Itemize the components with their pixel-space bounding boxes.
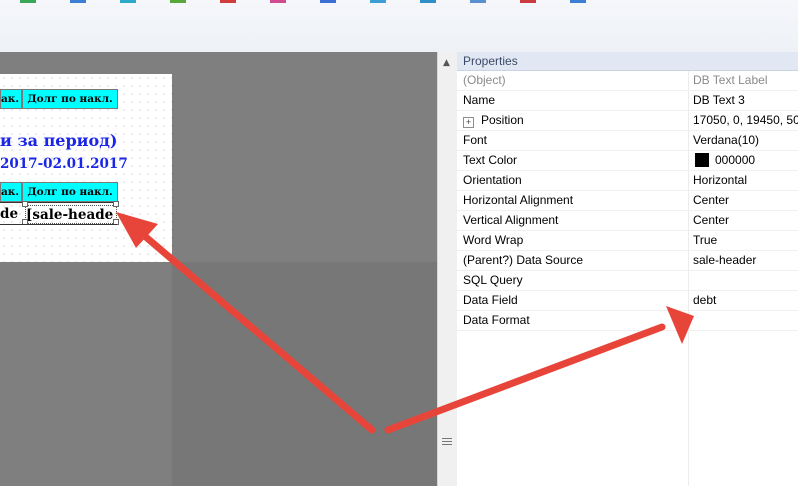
property-row-word-wrap[interactable]: Word Wrap True: [457, 231, 798, 251]
property-name: Data Format: [463, 313, 530, 327]
properties-panel: Properties (Object) DB Text Label Name D…: [457, 52, 798, 486]
property-row-horizontal-alignment[interactable]: Horizontal Alignment Center: [457, 191, 798, 211]
grip-icon[interactable]: [442, 436, 452, 447]
property-name: Orientation: [463, 173, 522, 187]
property-row-orientation[interactable]: Orientation Horizontal: [457, 171, 798, 191]
header-cell-debt[interactable]: Долг по накл.: [22, 182, 118, 202]
header-cell-left[interactable]: ак.: [0, 89, 22, 109]
property-name: Text Color: [463, 153, 518, 167]
header-cell-label: Долг по накл.: [27, 186, 113, 198]
property-row-font[interactable]: Font Verdana(10): [457, 131, 798, 151]
report-design-canvas[interactable]: ак. Долг по накл. и за период) 2017-02.0…: [0, 52, 437, 486]
property-row-text-color[interactable]: Text Color 000000: [457, 151, 798, 171]
property-value[interactable]: Horizontal: [693, 171, 798, 190]
property-name: SQL Query: [463, 273, 523, 287]
property-name: Vertical Alignment: [463, 213, 559, 227]
property-row-data-format[interactable]: Data Format: [457, 311, 798, 331]
property-name: + Position: [463, 111, 685, 130]
up-arrow-icon[interactable]: ▲: [443, 58, 450, 68]
property-row-sql-query[interactable]: SQL Query: [457, 271, 798, 291]
property-value[interactable]: Center: [693, 211, 798, 230]
header-cell-label: ак.: [1, 186, 20, 198]
header-cell-label: ак.: [1, 93, 20, 105]
band-divider: [0, 224, 117, 225]
property-value[interactable]: debt: [693, 291, 798, 310]
properties-panel-title: Properties: [457, 52, 798, 71]
property-value[interactable]: DB Text Label: [693, 71, 798, 90]
property-row-position[interactable]: + Position 17050, 0, 19450, 500: [457, 111, 798, 131]
color-swatch-icon[interactable]: [695, 153, 709, 167]
data-cell-label: de: [0, 206, 19, 222]
property-name: Name: [463, 93, 496, 107]
property-row-object[interactable]: (Object) DB Text Label: [457, 71, 798, 91]
property-name: Word Wrap: [463, 233, 524, 247]
property-value[interactable]: 17050, 0, 19450, 500: [693, 111, 798, 130]
data-cell-label: [sale-heade: [26, 207, 114, 223]
property-row-vertical-alignment[interactable]: Vertical Alignment Center: [457, 211, 798, 231]
property-value[interactable]: DB Text 3: [693, 91, 798, 110]
report-title[interactable]: и за период): [0, 131, 117, 150]
property-value[interactable]: True: [693, 231, 798, 250]
property-name: (Parent?) Data Source: [463, 253, 584, 267]
header-cell-left[interactable]: ак.: [0, 182, 22, 202]
property-value[interactable]: Center: [693, 191, 798, 210]
data-cell-left[interactable]: de: [0, 205, 20, 223]
header-cell-debt[interactable]: Долг по накл.: [22, 89, 118, 109]
property-name-text: Position: [481, 113, 524, 127]
property-value[interactable]: sale-header: [693, 251, 798, 270]
property-name: (Object): [463, 73, 506, 87]
toolbar-color-strip: [20, 0, 586, 3]
property-row-name[interactable]: Name DB Text 3: [457, 91, 798, 111]
property-value[interactable]: Verdana(10): [693, 131, 798, 150]
property-name: Horizontal Alignment: [463, 193, 574, 207]
vertical-scrollbar[interactable]: ▲: [437, 52, 458, 486]
expand-plus-icon[interactable]: +: [463, 117, 474, 128]
property-row-data-source[interactable]: (Parent?) Data Source sale-header: [457, 251, 798, 271]
selected-db-text-label[interactable]: [sale-heade: [25, 205, 117, 224]
report-page[interactable]: ак. Долг по накл. и за период) 2017-02.0…: [0, 74, 172, 262]
property-name: Font: [463, 133, 488, 147]
selection-handle[interactable]: [22, 201, 28, 207]
color-value-text: 000000: [715, 153, 756, 167]
ribbon-toolbar: [0, 0, 798, 53]
property-row-data-field[interactable]: Data Field debt: [457, 291, 798, 311]
band-divider: [0, 202, 117, 203]
selection-handle[interactable]: [113, 201, 119, 207]
header-cell-label: Долг по накл.: [27, 93, 113, 105]
property-name: Data Field: [463, 293, 518, 307]
property-grid: (Object) DB Text Label Name DB Text 3 + P…: [457, 71, 798, 331]
canvas-shadow-area: [172, 262, 437, 486]
property-value[interactable]: 000000: [693, 151, 798, 170]
report-date-range[interactable]: 2017-02.01.2017: [0, 156, 128, 172]
